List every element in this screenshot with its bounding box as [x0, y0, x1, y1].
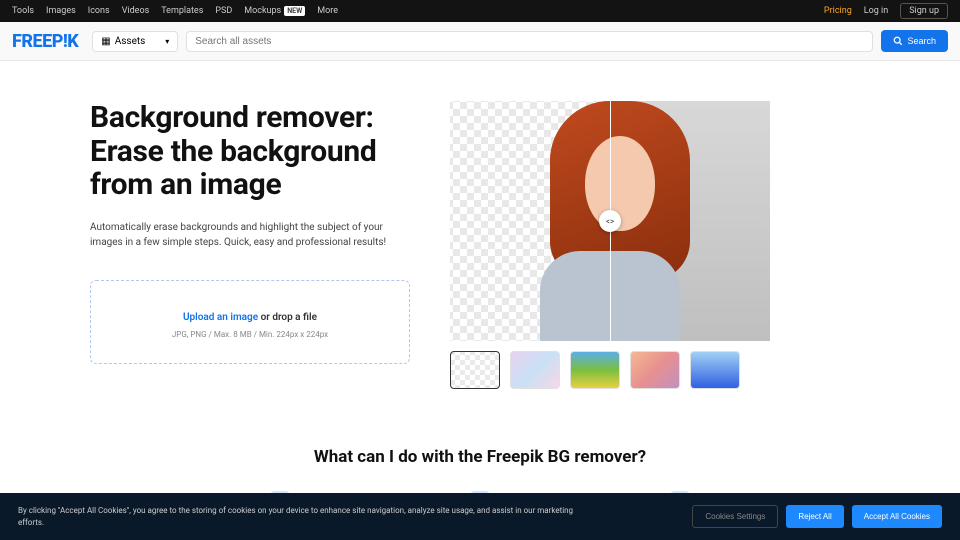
thumb-pattern[interactable]	[510, 351, 560, 389]
nav-images[interactable]: Images	[46, 6, 76, 16]
new-badge: NEW	[284, 6, 305, 16]
grid-icon: ▦	[101, 36, 110, 47]
thumb-sky[interactable]	[690, 351, 740, 389]
thumb-gradient[interactable]	[630, 351, 680, 389]
search-icon	[893, 36, 903, 46]
top-nav-left: Tools Images Icons Videos Templates PSD …	[12, 6, 338, 16]
assets-label: Assets	[115, 36, 146, 47]
hero-subtitle: Automatically erase backgrounds and high…	[90, 220, 410, 250]
nav-templates[interactable]: Templates	[161, 6, 203, 16]
nav-login[interactable]: Log in	[864, 6, 888, 16]
cookie-reject-button[interactable]: Reject All	[786, 505, 843, 528]
thumb-landscape[interactable]	[570, 351, 620, 389]
cookie-banner: By clicking "Accept All Cookies", you ag…	[0, 493, 960, 540]
signup-button[interactable]: Sign up	[900, 3, 948, 19]
hero-left: Background remover: Erase the background…	[90, 101, 410, 389]
chevron-down-icon: ▾	[165, 37, 169, 46]
upload-link[interactable]: Upload an image	[183, 312, 258, 323]
slider-handle[interactable]: <>	[599, 210, 621, 232]
header: FREEP!K ▦ Assets ▾ Search	[0, 22, 960, 61]
nav-icons[interactable]: Icons	[88, 6, 110, 16]
upload-hint: JPG, PNG / Max. 8 MB / Min. 224px x 224p…	[103, 330, 397, 339]
preview-compare[interactable]: <>	[450, 101, 770, 341]
nav-tools[interactable]: Tools	[12, 6, 34, 16]
cookie-text: By clicking "Accept All Cookies", you ag…	[18, 505, 578, 527]
hero-title: Background remover: Erase the background…	[90, 101, 410, 202]
search-button[interactable]: Search	[881, 30, 948, 52]
thumb-transparent[interactable]	[450, 351, 500, 389]
search-input[interactable]	[195, 36, 864, 47]
cookie-buttons: Cookies Settings Reject All Accept All C…	[692, 505, 942, 528]
section-title: What can I do with the Freepik BG remove…	[0, 447, 960, 467]
nav-mockups[interactable]: MockupsNEW	[244, 6, 305, 16]
assets-dropdown[interactable]: ▦ Assets ▾	[92, 31, 178, 52]
nav-psd[interactable]: PSD	[215, 6, 232, 16]
search-button-label: Search	[907, 36, 936, 46]
search-box[interactable]	[186, 31, 873, 52]
nav-more[interactable]: More	[317, 6, 338, 16]
nav-videos[interactable]: Videos	[122, 6, 150, 16]
main: Background remover: Erase the background…	[0, 61, 960, 389]
hero-right: <>	[450, 101, 870, 389]
nav-pricing[interactable]: Pricing	[824, 6, 852, 16]
background-thumbnails	[450, 351, 870, 389]
top-nav-right: Pricing Log in Sign up	[824, 3, 948, 19]
top-nav: Tools Images Icons Videos Templates PSD …	[0, 0, 960, 22]
upload-dropzone[interactable]: Upload an image or drop a file JPG, PNG …	[90, 280, 410, 364]
cookie-settings-button[interactable]: Cookies Settings	[692, 505, 778, 528]
logo[interactable]: FREEP!K	[12, 31, 78, 52]
upload-text: or drop a file	[258, 312, 317, 323]
preview-original	[610, 101, 770, 341]
cookie-accept-button[interactable]: Accept All Cookies	[852, 505, 942, 528]
